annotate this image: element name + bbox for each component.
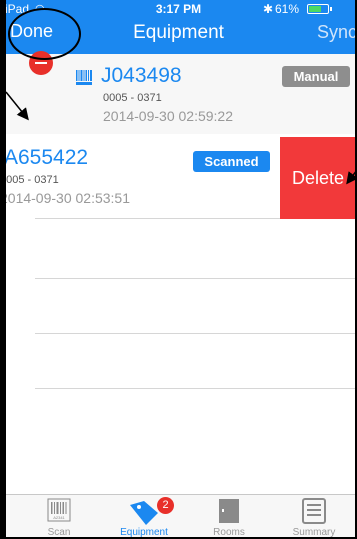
bluetooth-icon: ✱	[263, 2, 274, 16]
asset-id: A655422	[4, 146, 89, 169]
battery-icon	[307, 4, 329, 14]
row-separator	[35, 388, 357, 389]
tab-equipment[interactable]: 2 Equipment	[100, 495, 188, 539]
equipment-count-badge: 2	[157, 497, 174, 514]
svg-text:A2341: A2341	[53, 515, 65, 520]
asset-timestamp: 2014-09-30 02:53:51	[0, 190, 130, 206]
asset-location: 0005 - 0371	[0, 174, 59, 186]
scanned-badge: Scanned	[193, 151, 270, 172]
done-highlight-annotation-circle	[8, 8, 81, 60]
battery-percentage: 61%	[275, 2, 300, 16]
delete-button[interactable]: Delete	[280, 137, 357, 219]
list-icon	[302, 498, 326, 524]
sync-button[interactable]: Sync	[317, 22, 357, 43]
barcode-icon	[76, 70, 92, 85]
minus-icon	[35, 62, 47, 64]
tags-icon	[130, 501, 158, 525]
ipad-screen: iPad ◠ 3:17 PM ✱ 61% Done Equipment Sync	[0, 0, 357, 539]
asset-id: J043498	[101, 64, 182, 87]
battery-tip	[330, 7, 332, 11]
door-icon	[219, 499, 239, 523]
row-separator	[35, 278, 357, 279]
row-separator	[35, 333, 357, 334]
barcode-icon: A2341	[47, 498, 71, 522]
device-frame-left	[0, 0, 6, 539]
tab-scan[interactable]: A2341 Scan	[15, 495, 103, 539]
asset-location: 0005 - 0371	[103, 92, 162, 104]
tab-summary[interactable]: Summary	[270, 495, 357, 539]
manual-badge: Manual	[282, 66, 350, 87]
tab-bar: A2341 Scan 2 Equipment Rooms Summary	[0, 494, 357, 539]
tab-rooms[interactable]: Rooms	[185, 495, 273, 539]
asset-timestamp: 2014-09-30 02:59:22	[103, 108, 233, 124]
